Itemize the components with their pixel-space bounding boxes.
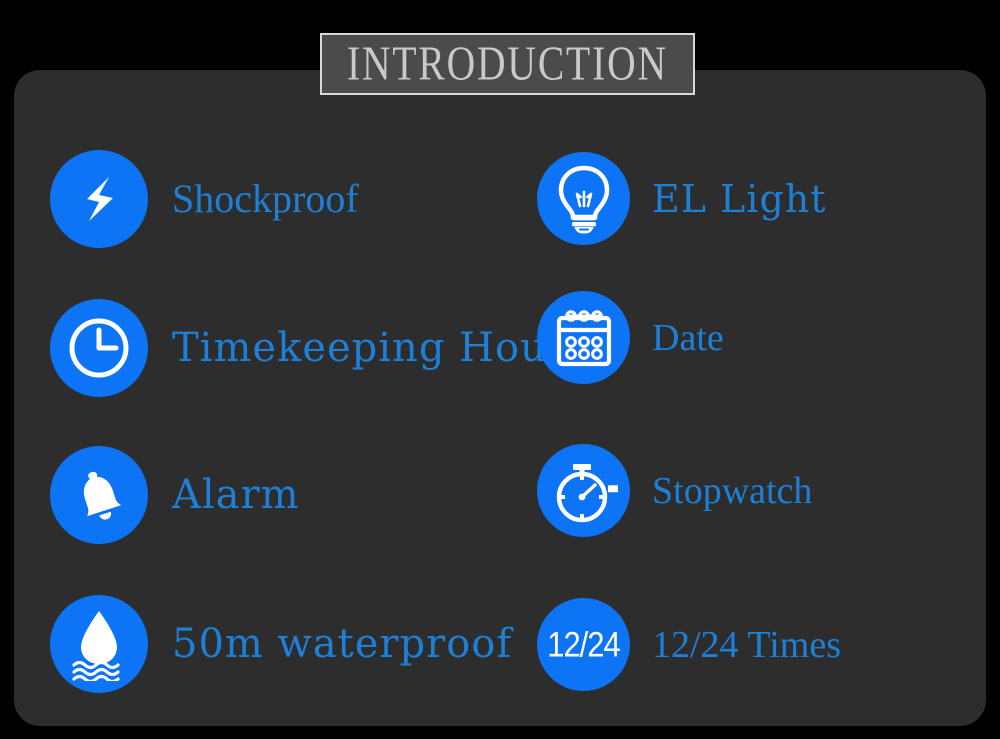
feature-label-stopwatch: Stopwatch xyxy=(652,469,813,512)
feature-item-el-light[interactable]: EL Light xyxy=(537,152,827,245)
feature-label-date: Date xyxy=(652,316,724,359)
stopwatch-icon xyxy=(537,444,630,537)
feature-item-shockproof[interactable]: Shockproof xyxy=(50,150,359,248)
water-drop-icon xyxy=(50,595,148,693)
lightning-bolt-icon xyxy=(50,150,148,248)
feature-label-alarm: Alarm xyxy=(172,472,300,518)
feature-grid: Shockproof Timekeeping Hour Alarm 50m wa… xyxy=(0,0,1000,739)
feature-label-waterproof: 50m waterproof xyxy=(172,621,513,667)
feature-label-twelve-twentyfour-times: 12/24 Times xyxy=(652,623,842,666)
feature-item-timekeeping-hour[interactable]: Timekeeping Hour xyxy=(50,299,567,397)
feature-item-waterproof[interactable]: 50m waterproof xyxy=(50,595,512,693)
twelve-twentyfour-icon-text: 12/24 xyxy=(547,623,621,665)
clock-icon xyxy=(50,299,148,397)
calendar-icon xyxy=(537,291,630,384)
feature-label-timekeeping-hour: Timekeeping Hour xyxy=(172,325,567,371)
feature-item-twelve-twentyfour-times[interactable]: 12/24 12/24 Times xyxy=(537,598,841,691)
feature-item-date[interactable]: Date xyxy=(537,291,724,384)
bell-icon xyxy=(50,446,148,544)
feature-label-el-light: EL Light xyxy=(652,176,827,221)
feature-item-stopwatch[interactable]: Stopwatch xyxy=(537,444,812,537)
feature-label-shockproof: Shockproof xyxy=(172,176,359,221)
page-title: INTRODUCTION xyxy=(347,37,668,91)
introduction-page: INTRODUCTION Shockproof Timekeeping Hour xyxy=(0,0,1000,739)
twelve-twentyfour-icon: 12/24 xyxy=(537,598,630,691)
feature-item-alarm[interactable]: Alarm xyxy=(50,446,300,544)
page-title-plate: INTRODUCTION xyxy=(320,33,695,95)
lightbulb-icon xyxy=(537,152,630,245)
